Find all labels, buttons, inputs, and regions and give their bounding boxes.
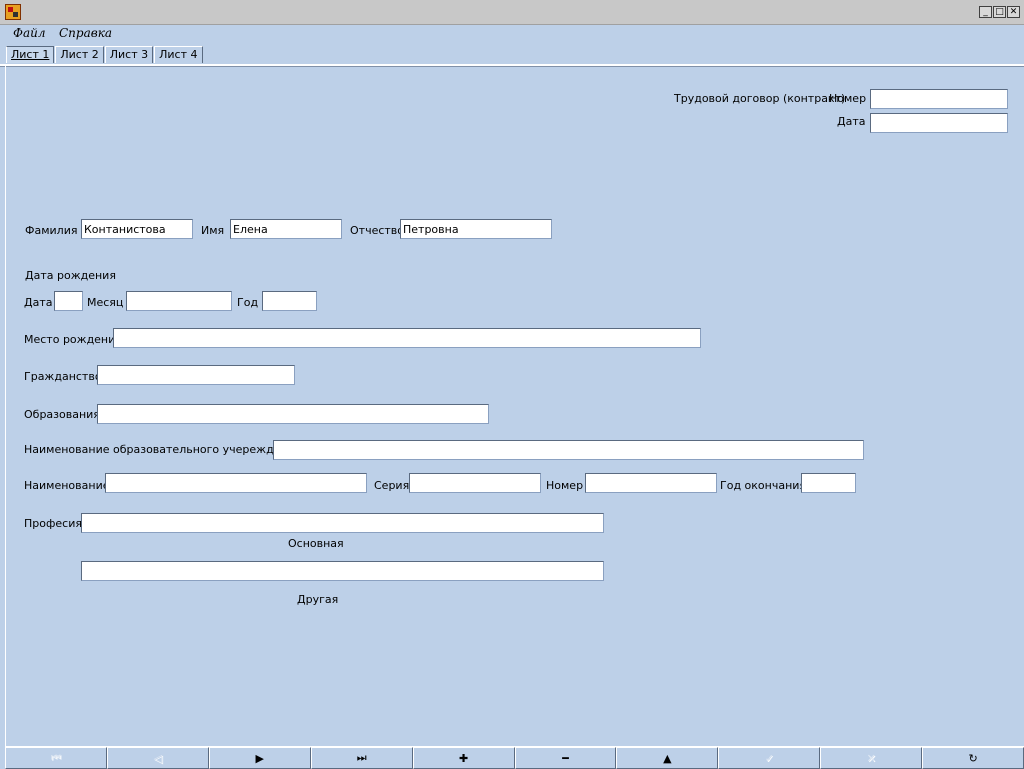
maximize-button[interactable]: □ [993, 6, 1006, 18]
birth-place-input[interactable] [113, 328, 701, 348]
education-label: Образования [24, 408, 100, 421]
name-input[interactable] [230, 219, 342, 239]
institution-input[interactable] [273, 440, 864, 460]
education-input[interactable] [97, 404, 489, 424]
contract-date-input[interactable] [870, 113, 1008, 133]
diploma-series-label: Серия [374, 479, 410, 492]
menu-file[interactable]: Файл [13, 26, 45, 40]
graduation-year-label: Год окончания [720, 479, 807, 492]
diploma-number-label: Номер [546, 479, 584, 492]
birth-day-label: Дата [24, 296, 53, 309]
nav-post-button[interactable]: ✓ [718, 747, 821, 769]
birth-year-input[interactable] [262, 291, 317, 311]
profession-label: Професия [24, 517, 82, 530]
birth-year-label: Год [237, 296, 259, 309]
app-icon[interactable] [5, 4, 21, 20]
sheet-tabs: Лист 1 Лист 2 Лист 3 Лист 4 [6, 46, 204, 64]
tab-sheet-1[interactable]: Лист 1 [6, 46, 55, 63]
window-controls: _ □ ✕ [979, 6, 1020, 18]
nav-last-button[interactable]: ⏭ [310, 747, 413, 769]
profession-main-caption: Основная [288, 537, 344, 550]
birth-date-section-label: Дата рождения [25, 269, 116, 282]
tab-sheet-3[interactable]: Лист 3 [104, 46, 154, 63]
diploma-series-input[interactable] [409, 473, 541, 493]
profession-other-input[interactable] [81, 561, 604, 581]
contract-number-input[interactable] [870, 89, 1008, 109]
contract-label: Трудовой договор (контракт) [674, 92, 846, 105]
diploma-number-input[interactable] [585, 473, 717, 493]
close-button[interactable]: ✕ [1007, 6, 1020, 18]
menu-help[interactable]: Справка [59, 26, 112, 40]
nav-cancel-button[interactable]: ✕ [820, 747, 923, 769]
birth-day-input[interactable] [54, 291, 83, 311]
profession-main-input[interactable] [81, 513, 604, 533]
record-navigator: ⏮ ◁ ▶ ⏭ ✚ ━ ▲ ✓ ✕ ↻ [5, 746, 1024, 769]
patronymic-input[interactable] [400, 219, 552, 239]
profession-other-caption: Другая [297, 593, 339, 606]
nav-refresh-button[interactable]: ↻ [922, 747, 1024, 769]
contract-number-label: Номер [829, 92, 867, 105]
nav-first-button[interactable]: ⏮ [5, 747, 107, 769]
citizenship-input[interactable] [97, 365, 295, 385]
tab-sheet-2[interactable]: Лист 2 [55, 46, 104, 63]
surname-input[interactable] [81, 219, 193, 239]
tab-divider [0, 64, 1024, 67]
birth-place-label: Место рождения [24, 333, 122, 346]
patronymic-label: Отчество [350, 224, 405, 237]
birth-month-input[interactable] [126, 291, 232, 311]
nav-next-button[interactable]: ▶ [208, 747, 311, 769]
tab-sheet-4[interactable]: Лист 4 [154, 46, 203, 63]
diploma-name-input[interactable] [105, 473, 367, 493]
institution-label: Наименование образовательного учереждени… [24, 443, 302, 456]
nav-insert-button[interactable]: ✚ [412, 747, 515, 769]
contract-date-label: Дата [837, 115, 866, 128]
graduation-year-input[interactable] [801, 473, 856, 493]
birth-month-label: Месяц [87, 296, 124, 309]
title-bar: _ □ ✕ [0, 0, 1024, 25]
nav-prior-button[interactable]: ◁ [106, 747, 209, 769]
name-label: Имя [201, 224, 225, 237]
minimize-button[interactable]: _ [979, 6, 992, 18]
surname-label: Фамилия [25, 224, 78, 237]
panel-border [5, 66, 6, 746]
diploma-name-label: Наименование [24, 479, 110, 492]
nav-edit-button[interactable]: ▲ [616, 747, 719, 769]
citizenship-label: Гражданство [24, 370, 102, 383]
nav-delete-button[interactable]: ━ [514, 747, 617, 769]
menu-bar: Файл Справка [0, 24, 1024, 44]
